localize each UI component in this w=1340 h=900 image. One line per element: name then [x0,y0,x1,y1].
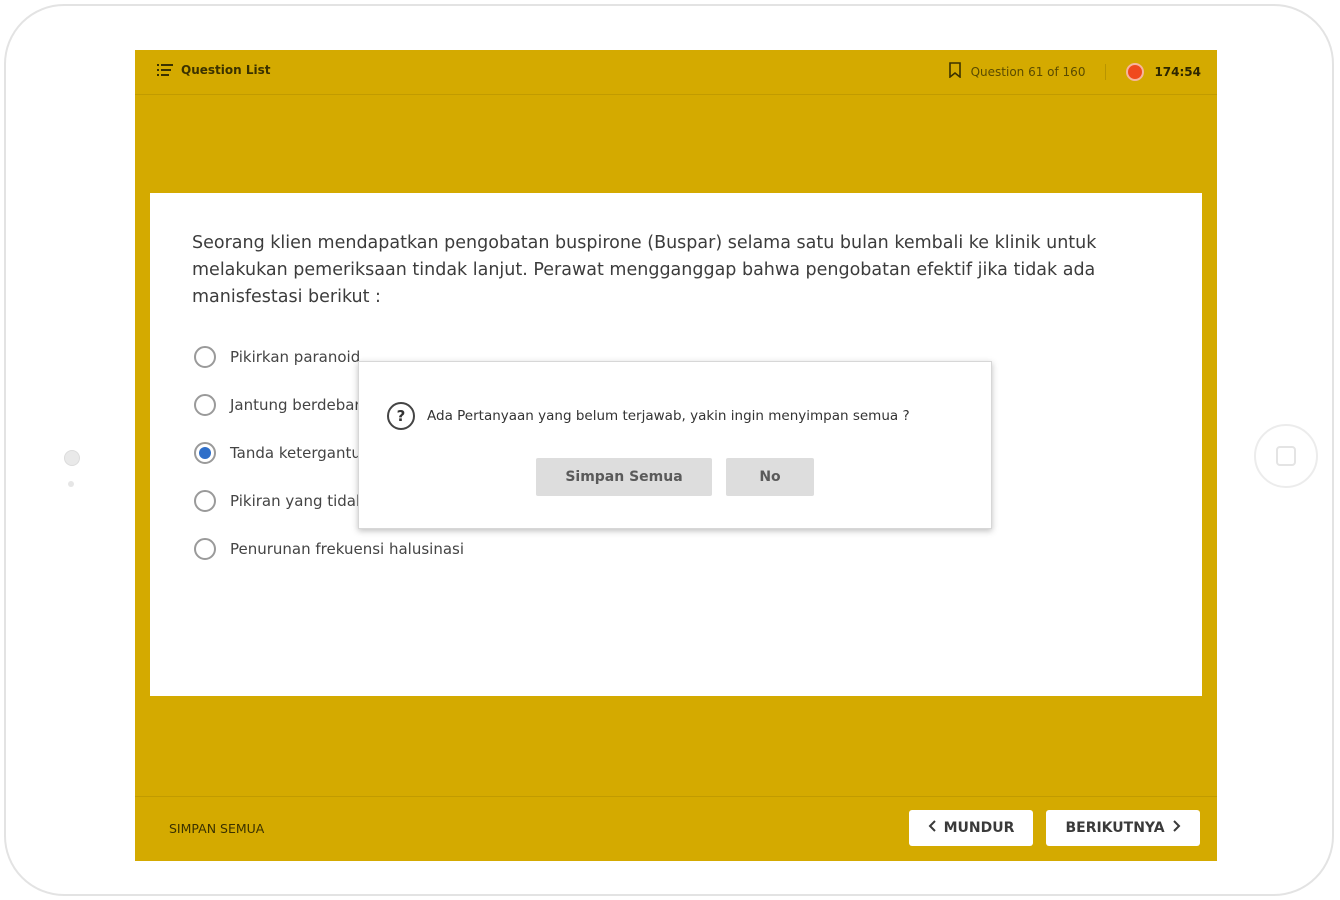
question-text: Seorang klien mendapatkan pengobatan bus… [192,233,1097,307]
save-all-link[interactable]: SIMPAN SEMUA [169,821,264,836]
previous-label: MUNDUR [943,820,1015,836]
question-list-label: Question List [181,63,271,77]
radio-button[interactable] [194,538,216,560]
answer-option[interactable]: Penurunan frekuensi halusinasi [194,538,464,560]
radio-button-selected[interactable] [194,442,216,464]
bookmark-icon[interactable] [948,62,961,81]
question-mark-icon: ? [387,402,415,430]
radio-button[interactable] [194,394,216,416]
question-info: Question 61 of 160 174:54 [948,62,1201,81]
answer-option[interactable]: Pikirkan paranoid [194,346,360,368]
list-icon [157,63,173,77]
bottom-bar: SIMPAN SEMUA MUNDUR BERIKUTNYA [135,796,1217,861]
answer-option[interactable]: Jantung berdebar [194,394,361,416]
question-list-button[interactable]: Question List [157,63,270,77]
radio-button[interactable] [194,490,216,512]
chevron-right-icon [1171,820,1181,836]
no-button[interactable]: No [726,458,814,496]
question-counter: Question 61 of 160 [970,64,1086,79]
radio-button[interactable] [194,346,216,368]
divider [1105,63,1107,80]
timer-dot-icon [1126,62,1145,81]
timer-display: 174:54 [1154,64,1201,79]
option-label: Penurunan frekuensi halusinasi [230,540,465,558]
option-label: Jantung berdebar [230,396,361,414]
sensor-dot [68,481,74,487]
previous-button[interactable]: MUNDUR [909,810,1033,846]
top-bar: Question List Question 61 of 160 174:54 [135,50,1217,95]
next-button[interactable]: BERIKUTNYA [1046,810,1200,846]
option-label: Pikirkan paranoid [230,348,361,366]
home-button[interactable] [1254,424,1318,488]
next-label: BERIKUTNYA [1065,820,1165,836]
dialog-message-row: ? Ada Pertanyaan yang belum terjawab, ya… [387,402,910,430]
camera-dot [64,450,80,466]
chevron-left-icon [928,820,938,836]
dialog-message: Ada Pertanyaan yang belum terjawab, yaki… [427,408,910,424]
confirm-dialog: ? Ada Pertanyaan yang belum terjawab, ya… [358,361,992,529]
save-all-confirm-button[interactable]: Simpan Semua [536,458,712,496]
